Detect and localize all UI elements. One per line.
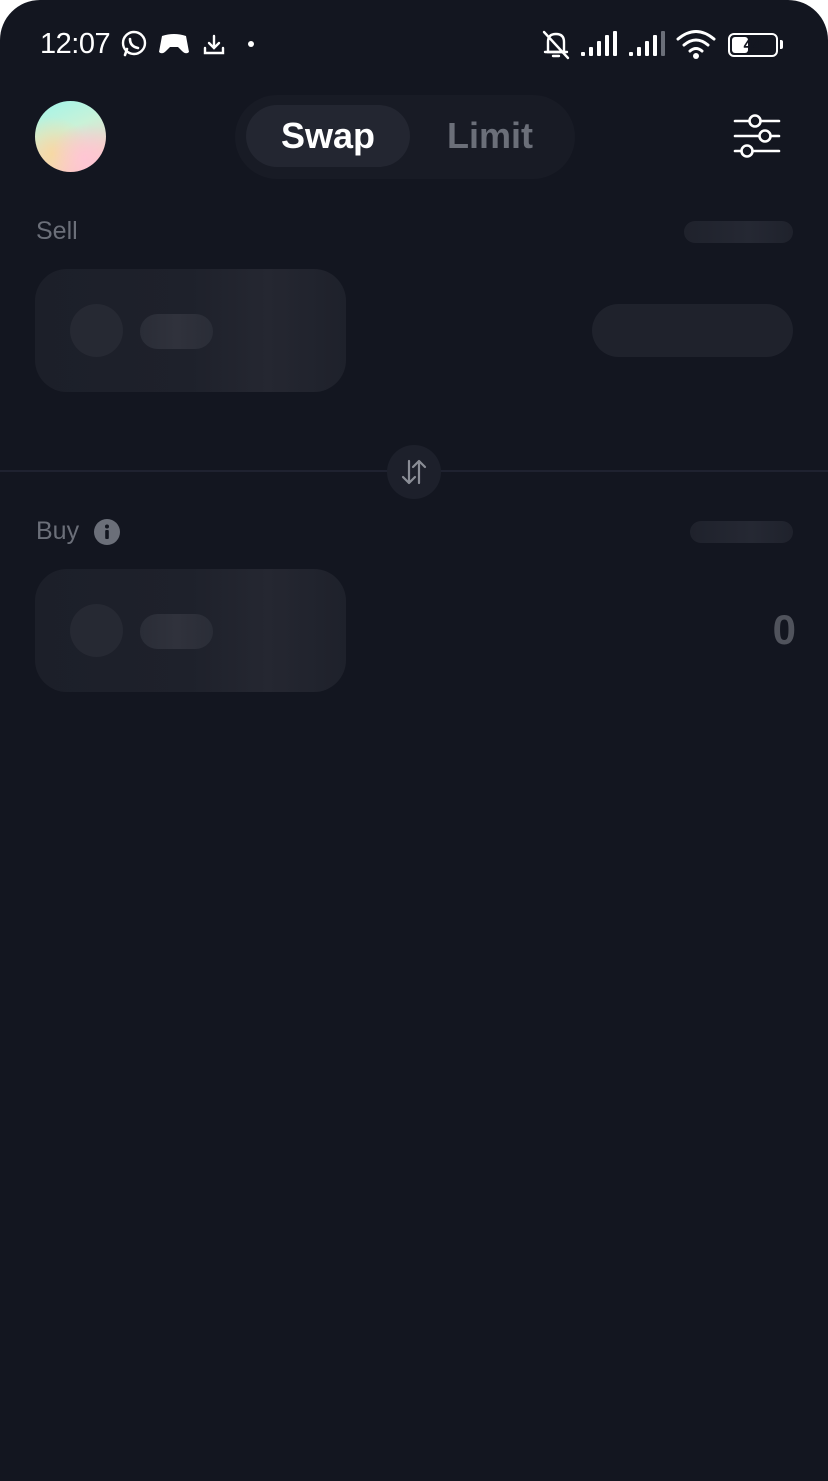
whatsapp-icon xyxy=(121,30,147,57)
sell-token-selector[interactable] xyxy=(35,269,346,392)
info-glyph xyxy=(105,524,109,539)
buy-label: Buy xyxy=(36,517,80,545)
download-icon xyxy=(203,34,225,55)
buy-amount[interactable]: 0 xyxy=(773,606,796,654)
swap-limit-tabs: Swap Limit xyxy=(235,95,575,179)
battery-nub xyxy=(780,40,783,49)
avatar[interactable] xyxy=(35,101,106,172)
battery-percent: 44 xyxy=(743,35,763,54)
swap-arrows-icon xyxy=(401,459,427,485)
game-controller-icon xyxy=(159,34,189,54)
sliders-icon[interactable] xyxy=(733,114,781,158)
info-icon[interactable] xyxy=(94,519,120,545)
dot-icon xyxy=(248,41,254,47)
tab-swap[interactable]: Swap xyxy=(246,105,410,167)
sell-token-icon-skeleton xyxy=(70,304,123,357)
buy-token-icon-skeleton xyxy=(70,604,123,657)
sell-amount-skeleton[interactable] xyxy=(592,304,793,357)
sell-token-symbol-skeleton xyxy=(140,314,213,349)
tab-swap-label: Swap xyxy=(280,115,376,156)
switch-tokens-button[interactable] xyxy=(387,445,441,499)
bell-off-icon xyxy=(542,30,570,60)
signal-icon xyxy=(629,31,665,56)
status-time: 12:07 xyxy=(40,28,111,60)
wifi-icon xyxy=(676,30,716,59)
buy-balance-skeleton xyxy=(690,521,793,543)
tab-limit-label: Limit xyxy=(447,115,533,156)
battery-icon: 44 xyxy=(728,33,778,57)
swap-screen: 12:07 44 Swap Limit Sell Buy 0 xyxy=(0,0,828,1481)
sell-label: Sell xyxy=(36,217,78,245)
buy-token-symbol-skeleton xyxy=(140,614,213,649)
sell-balance-skeleton xyxy=(684,221,793,243)
signal-icon xyxy=(581,31,617,56)
buy-token-selector[interactable] xyxy=(35,569,346,692)
tab-limit[interactable]: Limit xyxy=(415,105,565,167)
status-bar: 12:07 44 xyxy=(0,0,828,90)
